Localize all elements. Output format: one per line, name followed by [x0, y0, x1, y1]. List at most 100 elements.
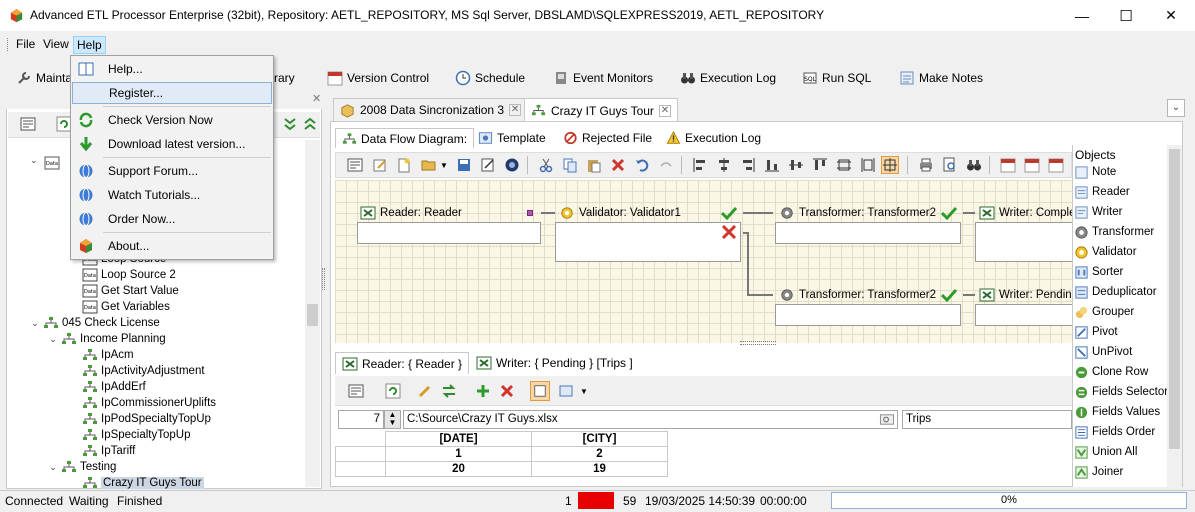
reader-node[interactable]: Reader: Reader: [360, 206, 462, 220]
new-icon[interactable]: [395, 156, 413, 174]
grid-header[interactable]: [CITY]: [531, 431, 668, 447]
close-tab-icon[interactable]: ✕: [509, 104, 522, 116]
menu-item-about[interactable]: About...: [72, 235, 272, 257]
transformer-node-2-body[interactable]: [775, 304, 961, 326]
tree-scrollbar-thumb[interactable]: [307, 304, 318, 326]
tree-item-iptariff[interactable]: IpTariff: [82, 443, 135, 459]
grid-header[interactable]: [DATE]: [385, 431, 532, 447]
reader-node-body[interactable]: [357, 222, 541, 244]
find-icon[interactable]: [965, 156, 983, 174]
tree-item-get-start-value[interactable]: Data Get Start Value: [82, 283, 179, 299]
space-evenly-icon[interactable]: [859, 156, 877, 174]
vertical-splitter[interactable]: [322, 268, 325, 290]
snap-to-grid-icon[interactable]: [881, 156, 899, 174]
menu-file[interactable]: File: [13, 36, 38, 54]
object-note[interactable]: Note: [1074, 163, 1116, 181]
object-clone-row[interactable]: Clone Row: [1074, 363, 1148, 381]
calendar-add-icon[interactable]: [1023, 156, 1041, 174]
tab-execution-log[interactable]: Execution Log: [660, 128, 767, 148]
open-folder-icon[interactable]: [420, 156, 438, 174]
objects-scrollbar[interactable]: [1167, 145, 1182, 487]
grid-view-icon[interactable]: [530, 381, 550, 401]
minimize-button[interactable]: —: [1059, 0, 1105, 31]
object-transformer[interactable]: Transformer: [1074, 223, 1154, 241]
sheet-name-field[interactable]: Trips: [902, 410, 1072, 429]
menu-item-check-version[interactable]: Check Version Now: [72, 109, 272, 131]
left-panel-close-icon[interactable]: ✕: [312, 92, 321, 105]
align-top-icon[interactable]: [811, 156, 829, 174]
align-bottom-icon[interactable]: [763, 156, 781, 174]
tree-item-ipactivityadjustment[interactable]: IpActivityAdjustment: [82, 363, 205, 379]
menu-help[interactable]: Help: [73, 36, 106, 54]
tree-item-income-planning[interactable]: ⌄ Income Planning: [48, 331, 166, 347]
edit-icon[interactable]: [371, 156, 389, 174]
table-row[interactable]: 1 2: [335, 446, 668, 462]
transformer-node-1[interactable]: Transformer: Transformer2: [779, 206, 936, 220]
refresh-icon[interactable]: [383, 381, 403, 401]
tabs-dropdown-icon[interactable]: ⌄: [1167, 99, 1185, 117]
database-icon[interactable]: [503, 156, 521, 174]
tree-item-ipcommissioneruplifts[interactable]: IpCommissionerUplifts: [82, 395, 216, 411]
tab-2008-data-sincronization-3[interactable]: 2008 Data Sincronization 3 ✕: [333, 98, 529, 121]
tree-item-testing[interactable]: ⌄ Testing: [48, 459, 116, 475]
object-joiner[interactable]: Joiner: [1074, 463, 1123, 481]
chevron-down-icon[interactable]: ▼: [438, 156, 450, 174]
close-button[interactable]: ✕: [1148, 0, 1194, 31]
same-size-icon[interactable]: [835, 156, 853, 174]
redo-icon[interactable]: [657, 156, 675, 174]
chevron-down-icon[interactable]: ▼: [578, 381, 590, 401]
menu-item-register[interactable]: Register...: [72, 82, 272, 104]
tree-item-ipadderf[interactable]: IpAddErf: [82, 379, 146, 395]
record-count-spinner[interactable]: 7: [338, 410, 384, 429]
object-unpivot[interactable]: UnPivot: [1074, 343, 1132, 361]
transformer-node-2[interactable]: Transformer: Transformer2: [779, 288, 936, 302]
collapse-all-icon[interactable]: [302, 116, 318, 132]
tree-item-get-variables[interactable]: Data Get Variables: [82, 299, 170, 315]
object-sorter[interactable]: Sorter: [1074, 263, 1123, 281]
file-path-field[interactable]: C:\Source\Crazy IT Guys.xlsx: [403, 410, 898, 429]
tree-item-ipacm[interactable]: IpAcm: [82, 347, 134, 363]
properties-icon[interactable]: [346, 381, 366, 401]
save-icon[interactable]: [455, 156, 473, 174]
remove-icon[interactable]: [497, 381, 517, 401]
save-as-icon[interactable]: [479, 156, 497, 174]
edit-field-icon[interactable]: [415, 381, 435, 401]
grid-cell[interactable]: 19: [531, 461, 668, 477]
tree-item-045-check-license[interactable]: ⌄ 045 Check License: [30, 315, 160, 331]
tab-rejected-file[interactable]: Rejected File: [557, 128, 658, 148]
align-right-icon[interactable]: [739, 156, 757, 174]
grid-cell[interactable]: 20: [385, 461, 532, 477]
tab-reader-preview[interactable]: Reader: { Reader }: [335, 352, 470, 374]
add-icon[interactable]: [473, 381, 493, 401]
print-preview-icon[interactable]: [941, 156, 959, 174]
validator-node-body[interactable]: [555, 222, 741, 262]
object-fields-selector[interactable]: Fields Selector: [1074, 383, 1168, 401]
object-grouper[interactable]: Grouper: [1074, 303, 1134, 321]
calendar-icon[interactable]: [999, 156, 1017, 174]
version-control-button[interactable]: Version Control: [327, 68, 429, 88]
library-button[interactable]: rary: [274, 68, 295, 88]
align-left-icon[interactable]: [691, 156, 709, 174]
tree-item-loop-source-2[interactable]: Data Loop Source 2: [82, 267, 176, 283]
writer-node-1[interactable]: Writer: Comple: [979, 206, 1072, 220]
tree-item-ippodspecialtytopup[interactable]: IpPodSpecialtyTopUp: [82, 411, 211, 427]
execution-log-button[interactable]: Execution Log: [680, 68, 776, 88]
expand-all-icon[interactable]: [282, 116, 298, 132]
object-deduplicator[interactable]: Deduplicator: [1074, 283, 1157, 301]
validator-node[interactable]: Validator: Validator1: [559, 206, 681, 220]
object-writer[interactable]: Writer: [1074, 203, 1122, 221]
output-port[interactable]: [527, 210, 533, 216]
tree-scrollbar[interactable]: [305, 140, 320, 487]
paste-icon[interactable]: [585, 156, 603, 174]
expander-icon[interactable]: ⌄: [30, 318, 40, 329]
object-union-all[interactable]: Union All: [1074, 443, 1137, 461]
tab-writer-preview[interactable]: Writer: { Pending } [Trips ]: [470, 352, 639, 374]
cut-icon[interactable]: [537, 156, 555, 174]
options-icon[interactable]: [556, 381, 576, 401]
tree-item-ipspecialtytopup[interactable]: IpSpecialtyTopUp: [82, 427, 191, 443]
maintenance-button[interactable]: Mainta: [16, 68, 72, 88]
calendar-edit-icon[interactable]: [1047, 156, 1065, 174]
writer-node-1-body[interactable]: [975, 222, 1072, 262]
writer-node-2-body[interactable]: [975, 304, 1072, 326]
object-reader[interactable]: Reader: [1074, 183, 1130, 201]
